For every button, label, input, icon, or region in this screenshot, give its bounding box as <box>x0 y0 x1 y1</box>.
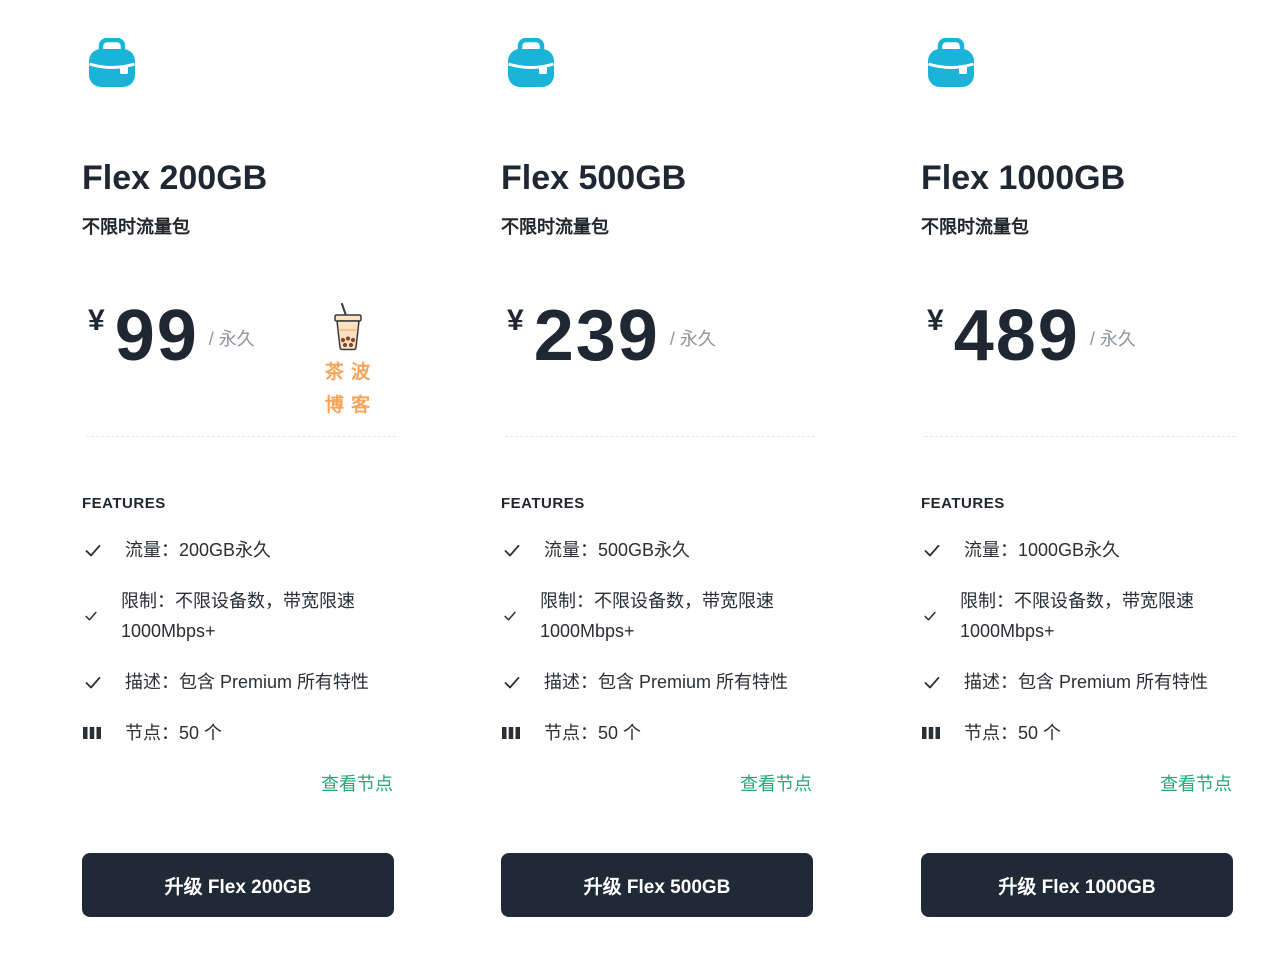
feature-text: 节点：50 个 <box>544 723 642 743</box>
feature-item-traffic: 流量：1000GB永久 <box>921 535 1233 565</box>
plan-card-flex-500gb: Flex 500GB 不限时流量包 ¥ 239 / 永久 FEATURES 流量… <box>501 0 815 966</box>
price-period: / 永久 <box>208 329 255 349</box>
view-nodes-link[interactable]: 查看节点 <box>740 772 812 796</box>
upgrade-button[interactable]: 升级 Flex 1000GB <box>921 853 1233 917</box>
feature-item-nodes: 节点：50 个 <box>82 718 394 748</box>
divider <box>925 436 1235 437</box>
bag-icon <box>88 38 136 88</box>
check-icon <box>501 535 544 565</box>
feature-item-nodes: 节点：50 个 <box>501 718 813 748</box>
feature-text: 限制：不限设备数，带宽限速 1000Mbps+ <box>960 591 1194 641</box>
feature-list: 流量：200GB永久 限制：不限设备数，带宽限速 1000Mbps+ 描述：包含… <box>82 535 394 769</box>
view-nodes-link[interactable]: 查看节点 <box>321 772 393 796</box>
upgrade-button[interactable]: 升级 Flex 500GB <box>501 853 813 917</box>
feature-list: 流量：500GB永久 限制：不限设备数，带宽限速 1000Mbps+ 描述：包含… <box>501 535 813 769</box>
divider <box>505 436 815 437</box>
plan-subtitle: 不限时流量包 <box>82 217 190 237</box>
feature-item-limits: 限制：不限设备数，带宽限速 1000Mbps+ <box>501 586 813 646</box>
check-icon <box>921 601 960 631</box>
price-amount: 489 <box>953 296 1080 376</box>
price: ¥ 239 / 永久 <box>507 300 716 372</box>
check-icon <box>921 667 964 697</box>
plan-title: Flex 200GB <box>82 159 268 197</box>
price-period: / 永久 <box>669 329 716 349</box>
feature-text: 节点：50 个 <box>964 723 1062 743</box>
check-icon <box>82 601 121 631</box>
currency-symbol: ¥ <box>88 304 105 337</box>
price: ¥ 99 / 永久 <box>88 300 255 372</box>
check-icon <box>921 535 964 565</box>
feature-text: 流量：500GB永久 <box>544 540 691 560</box>
price-amount: 99 <box>114 296 199 376</box>
server-bars-icon <box>921 718 964 748</box>
check-icon <box>82 667 125 697</box>
bag-icon <box>507 38 555 88</box>
feature-text: 描述：包含 Premium 所有特性 <box>544 672 789 692</box>
plan-subtitle: 不限时流量包 <box>921 217 1029 237</box>
price: ¥ 489 / 永久 <box>927 300 1136 372</box>
check-icon <box>501 601 540 631</box>
feature-item-description: 描述：包含 Premium 所有特性 <box>921 667 1233 697</box>
price-period: / 永久 <box>1089 329 1136 349</box>
plan-card-flex-200gb: Flex 200GB 不限时流量包 ¥ 99 / 永久 FEATURES 流量：… <box>82 0 396 966</box>
bag-icon <box>927 38 975 88</box>
plan-title: Flex 500GB <box>501 159 687 197</box>
features-heading: FEATURES <box>82 495 166 512</box>
check-icon <box>82 535 125 565</box>
view-nodes-link[interactable]: 查看节点 <box>1160 772 1232 796</box>
feature-text: 流量：1000GB永久 <box>964 540 1121 560</box>
feature-text: 描述：包含 Premium 所有特性 <box>964 672 1209 692</box>
feature-text: 限制：不限设备数，带宽限速 1000Mbps+ <box>121 591 355 641</box>
feature-item-description: 描述：包含 Premium 所有特性 <box>82 667 394 697</box>
feature-text: 流量：200GB永久 <box>125 540 272 560</box>
feature-text: 节点：50 个 <box>125 723 223 743</box>
feature-item-nodes: 节点：50 个 <box>921 718 1233 748</box>
upgrade-button[interactable]: 升级 Flex 200GB <box>82 853 394 917</box>
feature-text: 限制：不限设备数，带宽限速 1000Mbps+ <box>540 591 774 641</box>
features-heading: FEATURES <box>921 495 1005 512</box>
feature-item-traffic: 流量：200GB永久 <box>82 535 394 565</box>
currency-symbol: ¥ <box>927 304 944 337</box>
feature-item-limits: 限制：不限设备数，带宽限速 1000Mbps+ <box>82 586 394 646</box>
server-bars-icon <box>501 718 544 748</box>
feature-list: 流量：1000GB永久 限制：不限设备数，带宽限速 1000Mbps+ 描述：包… <box>921 535 1233 769</box>
plan-subtitle: 不限时流量包 <box>501 217 609 237</box>
divider <box>86 436 396 437</box>
features-heading: FEATURES <box>501 495 585 512</box>
check-icon <box>501 667 544 697</box>
feature-item-description: 描述：包含 Premium 所有特性 <box>501 667 813 697</box>
plan-title: Flex 1000GB <box>921 159 1126 197</box>
feature-item-traffic: 流量：500GB永久 <box>501 535 813 565</box>
feature-item-limits: 限制：不限设备数，带宽限速 1000Mbps+ <box>921 586 1233 646</box>
server-bars-icon <box>82 718 125 748</box>
price-amount: 239 <box>533 296 660 376</box>
feature-text: 描述：包含 Premium 所有特性 <box>125 672 370 692</box>
currency-symbol: ¥ <box>507 304 524 337</box>
plan-card-flex-1000gb: Flex 1000GB 不限时流量包 ¥ 489 / 永久 FEATURES 流… <box>921 0 1235 966</box>
